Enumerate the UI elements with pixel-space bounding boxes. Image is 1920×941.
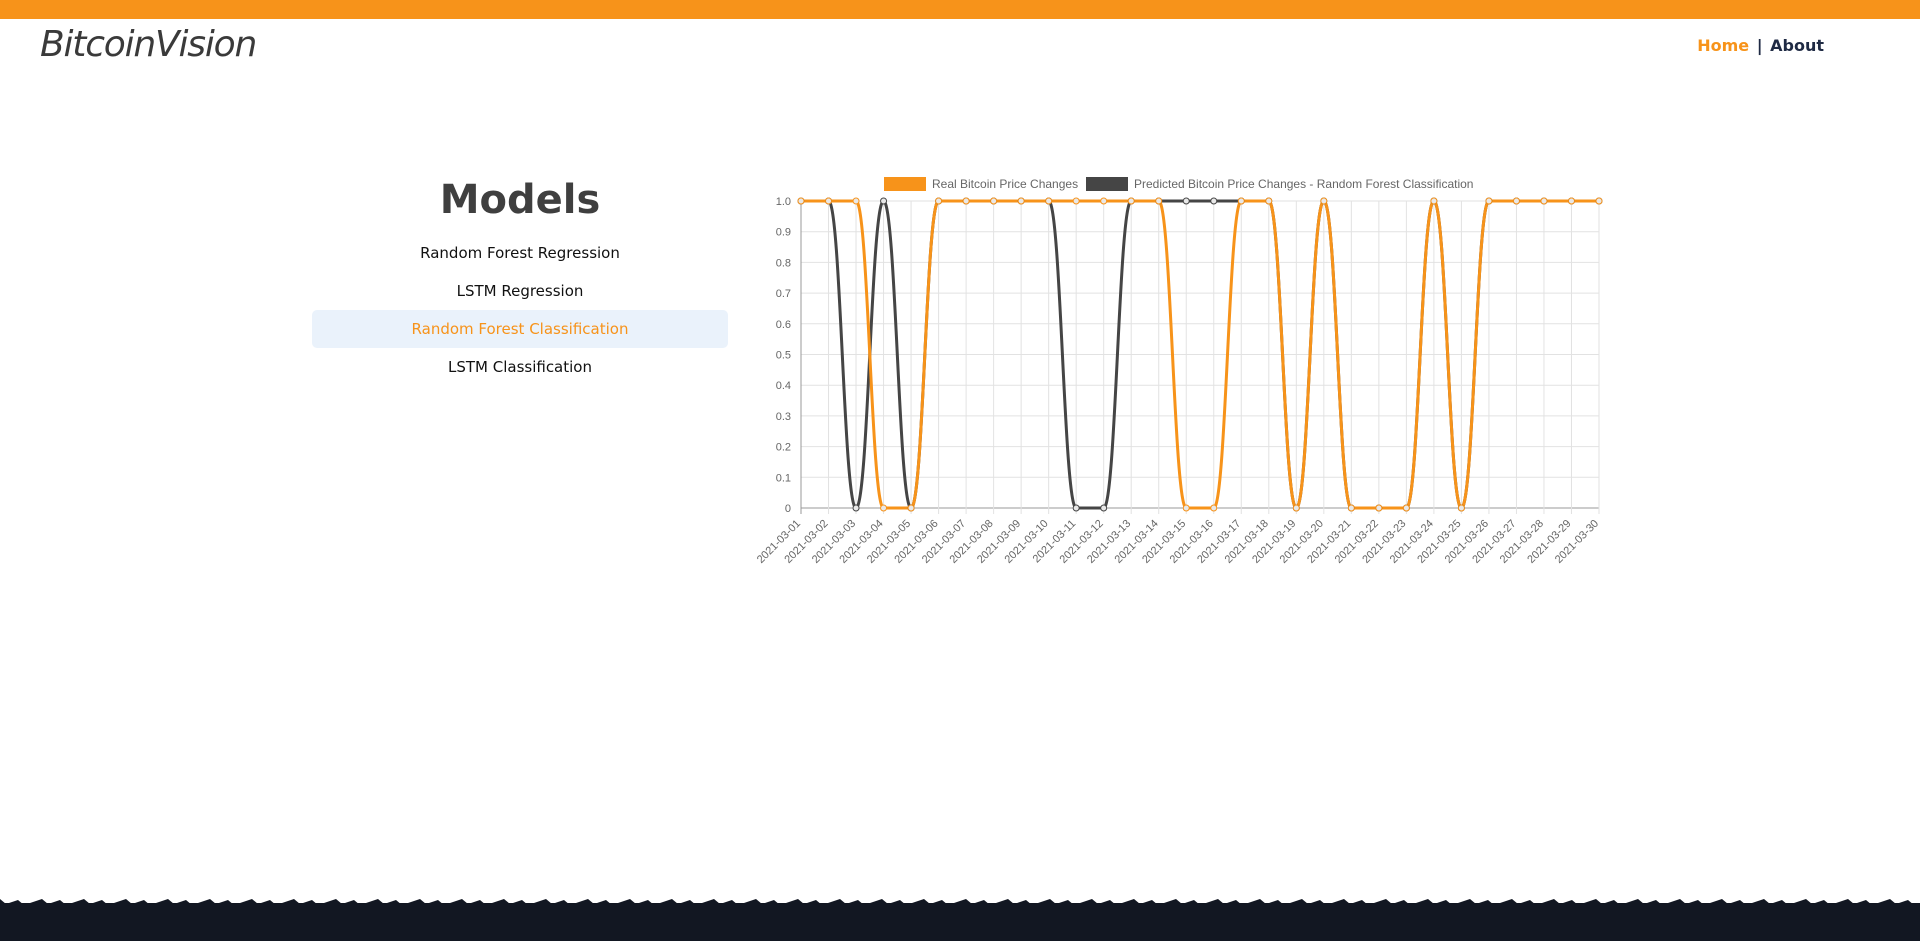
data-point-real — [1017, 197, 1025, 205]
legend-swatch-predicted — [1086, 177, 1128, 191]
data-point-real — [1210, 504, 1218, 512]
data-point-predicted — [1100, 504, 1108, 512]
model-item-lstm-regression[interactable]: LSTM Regression — [312, 272, 728, 310]
data-point-real — [1430, 197, 1438, 205]
data-point-real — [825, 197, 833, 205]
y-tick-label: 0 — [785, 503, 791, 515]
data-point-real — [962, 197, 970, 205]
top-accent-bar — [0, 0, 1920, 19]
data-point-real — [990, 197, 998, 205]
data-point-real — [1375, 504, 1383, 512]
data-point-predicted — [1210, 197, 1218, 205]
data-point-real — [1265, 197, 1273, 205]
data-point-real — [1595, 197, 1603, 205]
data-point-real — [1485, 197, 1493, 205]
y-tick-label: 1.0 — [776, 196, 791, 208]
data-point-real — [1182, 504, 1190, 512]
data-point-real — [1347, 504, 1355, 512]
models-panel: Models Random Forest Regression LSTM Reg… — [312, 170, 728, 386]
data-point-real — [1237, 197, 1245, 205]
data-point-real — [1127, 197, 1135, 205]
model-item-random-forest-classification[interactable]: Random Forest Classification — [312, 310, 728, 348]
data-point-real — [1540, 197, 1548, 205]
price-change-chart: 0 0.1 0.2 0.3 0.4 0.5 0.6 0.7 0.8 0.9 1.0 2021-03-0… — [740, 170, 1620, 590]
data-point-real — [852, 197, 860, 205]
data-point-real — [1320, 197, 1328, 205]
y-tick-label: 0.7 — [776, 288, 791, 300]
data-point-real — [1045, 197, 1053, 205]
nav-about-link[interactable]: About — [1770, 36, 1824, 55]
data-point-real — [1072, 197, 1080, 205]
data-point-real — [935, 197, 943, 205]
brand-logo[interactable]: BitcoinVision — [40, 24, 257, 65]
y-tick-label: 0.6 — [776, 319, 791, 331]
data-point-predicted — [1182, 197, 1190, 205]
footer — [0, 903, 1920, 941]
models-title: Models — [439, 177, 601, 223]
top-nav: Home | About — [1697, 36, 1824, 55]
data-point-real — [880, 504, 888, 512]
y-tick-label: 0.4 — [776, 380, 791, 392]
chart-svg: 00.10.20.30.40.50.60.70.80.91.02021-03-0… — [755, 177, 1603, 566]
data-point-predicted — [852, 504, 860, 512]
y-tick-label: 0.8 — [776, 257, 791, 269]
data-point-real — [1512, 197, 1520, 205]
model-item-lstm-classification[interactable]: LSTM Classification — [312, 348, 728, 386]
data-point-real — [1292, 504, 1300, 512]
data-point-predicted — [880, 197, 888, 205]
data-point-real — [1402, 504, 1410, 512]
y-tick-label: 0.9 — [776, 227, 791, 239]
y-tick-label: 0.2 — [776, 442, 791, 454]
legend-label-real: Real Bitcoin Price Changes — [932, 177, 1078, 191]
data-point-real — [797, 197, 805, 205]
data-point-real — [1100, 197, 1108, 205]
data-point-predicted — [1072, 504, 1080, 512]
model-item-random-forest-regression[interactable]: Random Forest Regression — [312, 234, 728, 272]
legend-label-predicted: Predicted Bitcoin Price Changes - Random… — [1134, 177, 1473, 191]
data-point-real — [1155, 197, 1163, 205]
y-tick-label: 0.3 — [776, 411, 791, 423]
y-tick-label: 0.1 — [776, 472, 791, 484]
data-point-real — [907, 504, 915, 512]
data-point-real — [1567, 197, 1575, 205]
nav-home-link[interactable]: Home — [1697, 36, 1749, 55]
nav-separator: | — [1756, 36, 1763, 55]
legend-swatch-real — [884, 177, 926, 191]
y-tick-label: 0.5 — [776, 350, 791, 362]
data-point-real — [1457, 504, 1465, 512]
